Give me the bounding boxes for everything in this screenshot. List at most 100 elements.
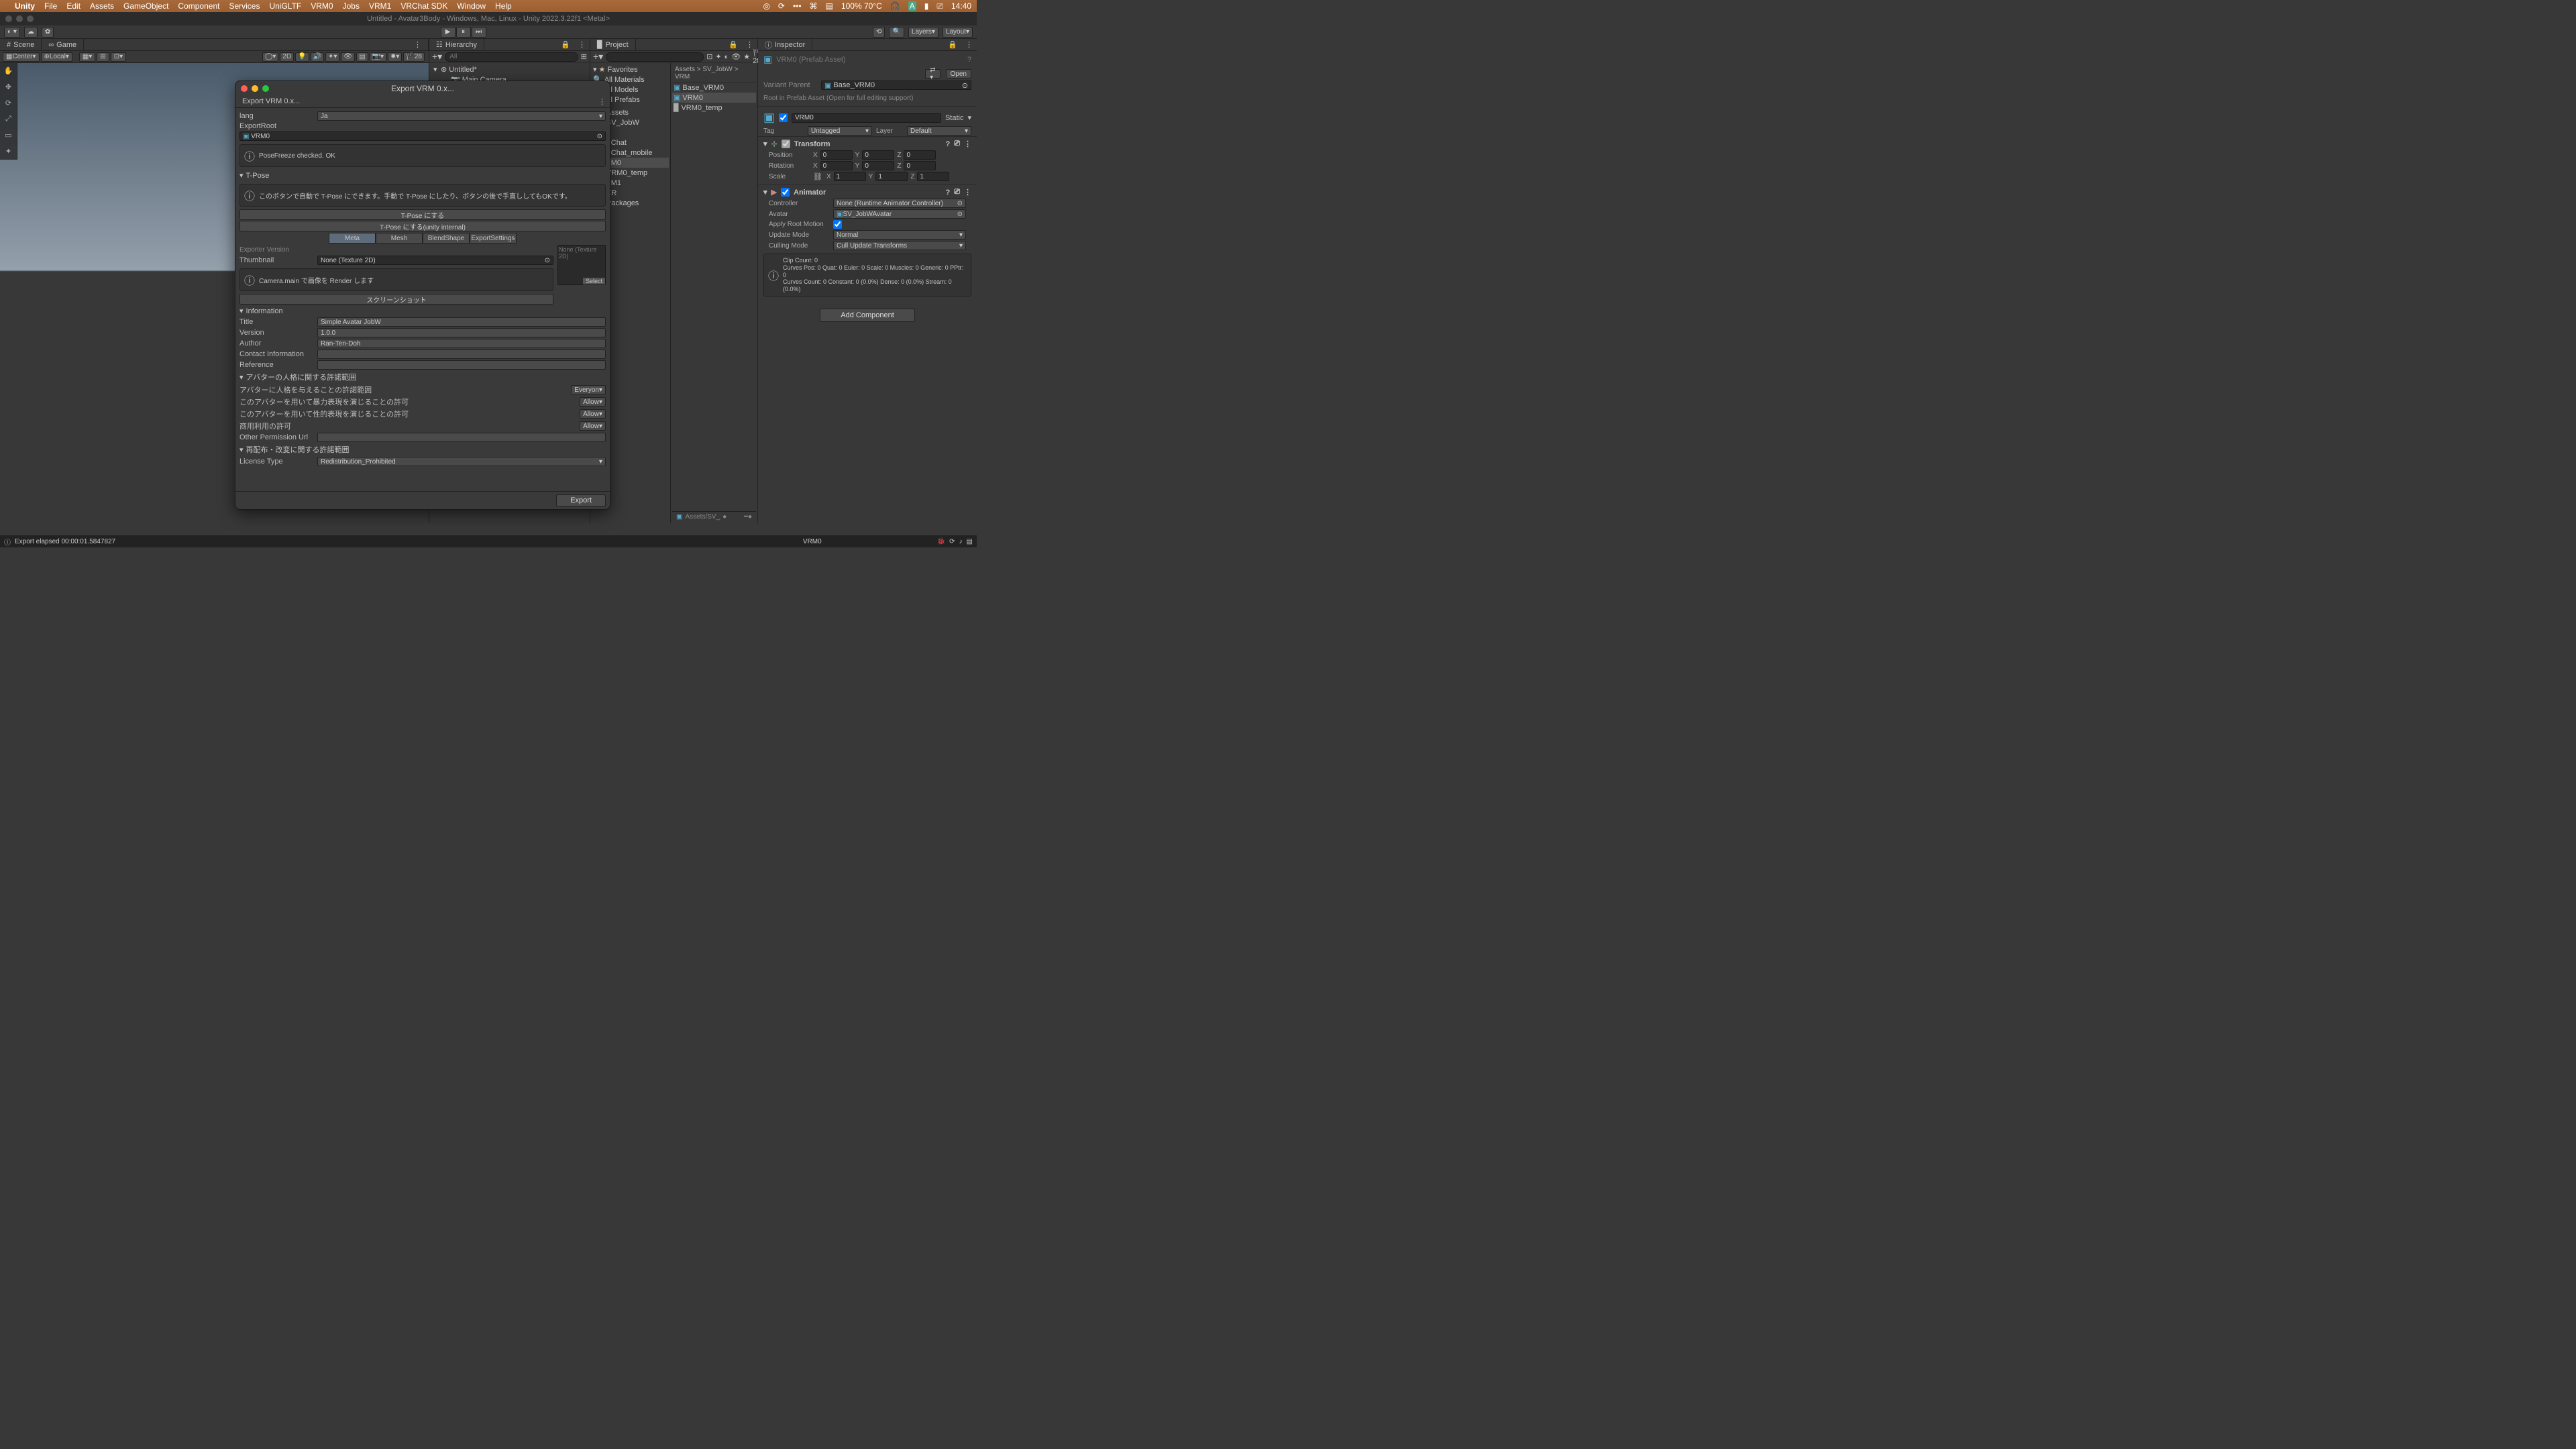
tag-dropdown[interactable]: Untagged▾ [808,126,872,136]
status-icon[interactable]: ⟳ [778,1,785,11]
auto-icon[interactable]: ⟳ [949,538,955,545]
project-item[interactable]: ▣VRM0 [672,93,756,103]
tab-project[interactable]: ▉Project [590,39,636,50]
vis-button[interactable]: 👁 [341,52,355,62]
active-checkbox[interactable] [779,113,788,122]
tab-hierarchy[interactable]: ☷Hierarchy [429,39,484,50]
perm-commercial-dropdown[interactable]: Allow▾ [580,421,606,431]
pause-button[interactable]: ⏸ [456,27,471,38]
tab-mesh[interactable]: Mesh [376,233,423,244]
menu-vrm0[interactable]: VRM0 [311,1,333,11]
notif-icon[interactable]: ▤ [826,1,833,11]
help-icon[interactable]: ? [945,189,950,197]
open-prefab-button[interactable]: Open [946,69,971,78]
menu-vrm1[interactable]: VRM1 [369,1,391,11]
filter-icon[interactable]: ⊡ [706,52,712,61]
menu-unigltf[interactable]: UniGLTF [269,1,301,11]
root-motion-checkbox[interactable] [833,220,842,229]
help-icon[interactable]: ? [967,56,971,64]
tree-row[interactable]: ▾★Favorites [592,64,669,74]
menu-file[interactable]: File [44,1,57,11]
tab-scene[interactable]: #Scene [0,39,42,50]
status-icon[interactable]: ⌘ [810,1,818,11]
layers-dropdown[interactable]: Layers ▾ [908,27,938,38]
license-dropdown[interactable]: Redistribution_Prohibited▾ [317,457,606,466]
account-button[interactable]: ◐ ▾ [4,27,20,38]
menu-help[interactable]: Help [495,1,512,11]
perm-person-dropdown[interactable]: Everyon▾ [571,385,606,394]
scene-row[interactable]: ▾⊛Untitled* [432,64,587,74]
menu-window[interactable]: Window [457,1,486,11]
tab-meta[interactable]: Meta [329,233,376,244]
control-center-icon[interactable]: ⎚ [936,1,943,11]
rotate-tool[interactable]: ⟳ [0,95,17,111]
pos-y[interactable] [862,150,894,160]
transform-tool[interactable]: ✦ [0,144,17,160]
headphones-icon[interactable]: 🎧 [890,1,900,11]
add-button[interactable]: +▾ [432,51,442,62]
gizmos-count[interactable]: 🏴28 [403,52,425,62]
layer-dropdown[interactable]: Default▾ [907,126,971,136]
menu-assets[interactable]: Assets [90,1,114,11]
menu-jobs[interactable]: Jobs [343,1,360,11]
menu-gameobject[interactable]: GameObject [123,1,168,11]
preset-icon[interactable]: ⎚ [954,140,960,148]
audio-icon[interactable]: ♪ [959,538,963,545]
scale-z[interactable] [917,172,949,181]
pos-z[interactable] [904,150,936,160]
tpose-button[interactable]: T-Pose にする [239,209,606,220]
undo-history-button[interactable]: ⟲ [873,27,885,38]
lock-icon[interactable]: 🔒 [724,39,742,50]
fx-button[interactable]: ✦▾ [325,52,339,62]
controller-field[interactable]: None (Runtime Animator Controller)⊙ [833,199,966,208]
gizmos-button[interactable]: ✹▾ [388,52,402,62]
tab-menu[interactable]: ⋮ [407,39,429,50]
dialog-tab[interactable]: Export VRM 0.x... [235,96,307,107]
layout-dropdown[interactable]: Layout ▾ [943,27,973,38]
screenshot-button[interactable]: スクリーンショット [239,294,553,305]
version-field[interactable] [317,328,606,337]
menu-services[interactable]: Services [229,1,260,11]
hierarchy-search[interactable] [445,52,578,62]
title-field[interactable] [317,317,606,327]
menu-app[interactable]: Unity [15,1,35,11]
search-button[interactable]: 🔍 [889,27,904,38]
minimize-icon[interactable] [252,85,258,92]
zoom-icon[interactable] [262,85,269,92]
lock-icon[interactable]: 🔒 [557,39,574,50]
add-component-button[interactable]: Add Component [820,309,915,322]
grid-button[interactable]: ▦▾ [79,52,95,62]
step-button[interactable]: ⏭ [472,27,486,38]
other-url-field[interactable] [317,433,606,442]
select-thumbnail[interactable]: Select [583,278,605,284]
pos-x[interactable] [820,150,853,160]
camera-button[interactable]: 📷▾ [370,52,386,62]
2d-button[interactable]: 2D [280,52,294,62]
project-search[interactable] [606,52,704,62]
move-tool[interactable]: ✥ [0,79,17,95]
close-icon[interactable] [241,85,248,92]
bar-icon[interactable]: ▤ [967,538,973,545]
rect-tool[interactable]: ▭ [0,127,17,144]
snap2-button[interactable]: ⊡▾ [111,52,126,62]
project-item[interactable]: ▣Base_VRM0 [672,83,756,93]
lang-icon[interactable]: A [908,1,916,11]
reference-field[interactable] [317,360,606,370]
author-field[interactable] [317,339,606,348]
scale-x[interactable] [834,172,866,181]
bug-icon[interactable]: 🐞 [937,538,945,545]
tab-blendshape[interactable]: BlendShape [423,233,470,244]
static-dropdown[interactable]: ▾ [967,113,971,122]
scale-tool[interactable]: ⤢ [0,111,17,127]
status-icon[interactable]: ••• [793,1,802,11]
scale-y[interactable] [875,172,908,181]
tpose-foldout[interactable]: ▾T-Pose [239,170,606,181]
menu-icon[interactable]: ⋮ [964,140,971,148]
lang-dropdown[interactable]: Ja▾ [317,111,606,121]
information-foldout[interactable]: ▾Information [239,305,606,317]
filter-icon[interactable]: ✦ [715,52,721,61]
menu-icon[interactable]: ⋮ [964,188,971,197]
menu-edit[interactable]: Edit [66,1,80,11]
rot-z[interactable] [904,161,936,170]
status-icon[interactable]: ◎ [763,1,769,11]
